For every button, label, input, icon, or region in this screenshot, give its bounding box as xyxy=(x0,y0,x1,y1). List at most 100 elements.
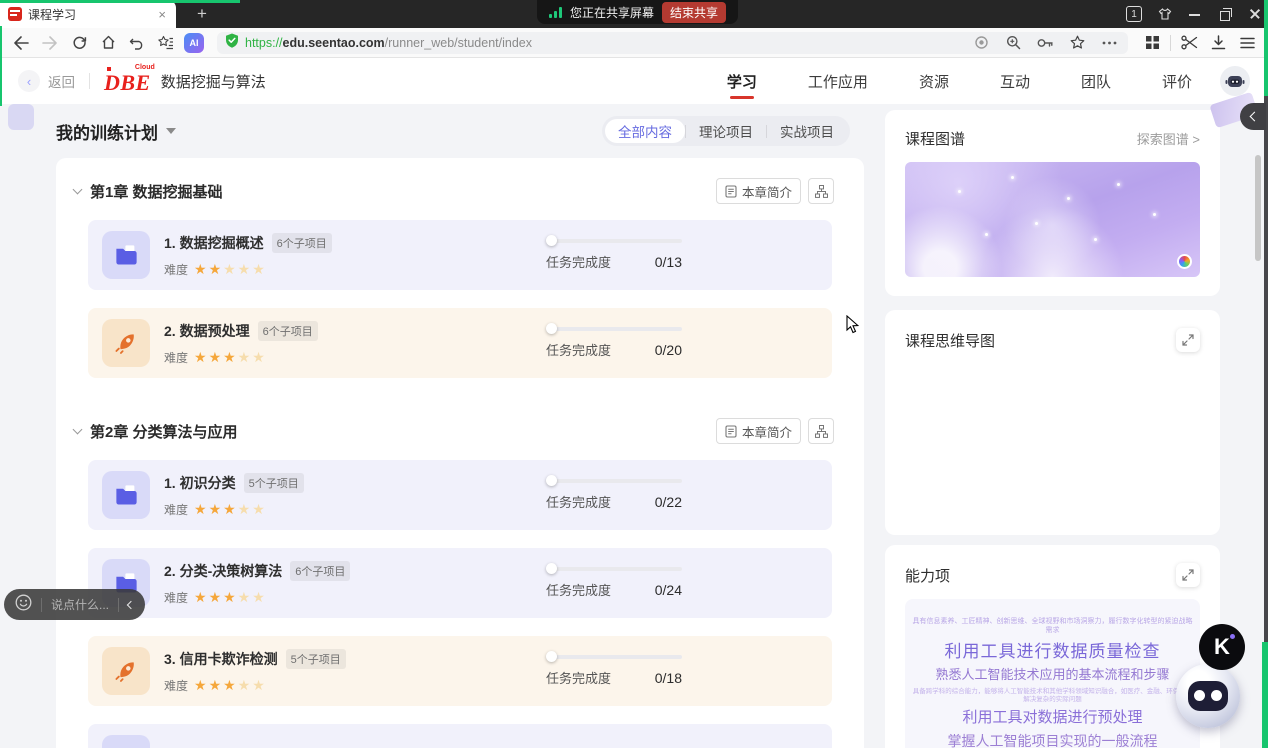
lesson-card[interactable]: 1. 初识分类 5个子项目 难度 ★★★★★ 任务完成度 0/22 xyxy=(88,460,832,530)
lesson-card[interactable]: 1. 数据挖掘概述 6个子项目 难度 ★★★★★ 任务完成度 0/13 xyxy=(88,220,832,290)
favorites-list-icon[interactable] xyxy=(155,32,177,54)
zoom-page-icon[interactable] xyxy=(1002,32,1024,54)
rocket-icon xyxy=(102,647,150,695)
home-icon[interactable] xyxy=(97,32,119,54)
document-icon xyxy=(725,425,737,438)
folder-icon xyxy=(102,735,150,748)
browser-toolbar: AI https://edu.seentao.com/runner_web/st… xyxy=(0,28,1268,58)
forward-icon[interactable] xyxy=(39,32,61,54)
content-filter-tabs: 全部内容 理论项目 实战项目 xyxy=(602,116,850,146)
signal-bars-icon xyxy=(549,7,562,18)
color-wheel-icon xyxy=(1177,254,1192,269)
filter-practice[interactable]: 实战项目 xyxy=(767,119,847,143)
progress-knob xyxy=(546,475,557,486)
nav-team[interactable]: 团队 xyxy=(1079,59,1113,104)
lesson-card[interactable]: 2. 分类-决策树算法 6个子项目 难度 ★★★★★ 任务完成度 0/24 xyxy=(88,548,832,618)
chat-input[interactable]: 说点什么... xyxy=(51,596,109,613)
difficulty-stars: ★★★★★ xyxy=(194,590,267,604)
k-assistant-logo[interactable]: K xyxy=(1199,624,1245,670)
nav-work-apps[interactable]: 工作应用 xyxy=(806,59,870,104)
ai-assistant-button[interactable]: AI xyxy=(184,33,204,53)
cloud-line: 具有信息素养、工匠精神、创新思维、全球视野和市场洞察力，履行数字化转型的紧迫战略… xyxy=(911,618,1194,636)
task-progress: 任务完成度 0/24 xyxy=(546,567,682,599)
expand-icon[interactable] xyxy=(1176,328,1200,352)
theme-tshirt-icon[interactable] xyxy=(1158,7,1172,21)
more-options-icon[interactable] xyxy=(1098,32,1120,54)
password-key-icon[interactable] xyxy=(1034,32,1056,54)
filter-theory[interactable]: 理论项目 xyxy=(686,119,766,143)
share-border-right-top xyxy=(1264,0,1268,96)
folder-icon xyxy=(102,231,150,279)
apps-grid-icon[interactable] xyxy=(1141,32,1163,54)
plan-title: 我的训练计划 xyxy=(56,119,158,144)
chat-collapse-icon[interactable] xyxy=(127,600,135,608)
chat-widget: 说点什么... xyxy=(4,589,145,620)
chevron-down-icon[interactable] xyxy=(73,184,83,194)
menu-icon[interactable] xyxy=(1236,32,1258,54)
reload-icon[interactable] xyxy=(68,32,90,54)
chapter-1-header[interactable]: 第1章 数据挖掘基础 本章简介 xyxy=(72,178,848,204)
browser-tab-active[interactable]: 课程学习 × xyxy=(0,0,176,28)
chapter-intro-button[interactable]: 本章简介 xyxy=(716,418,801,444)
screen-share-text: 您正在共享屏幕 xyxy=(570,4,654,21)
decor-square xyxy=(8,104,34,130)
lesson-card[interactable]: 4. 分类-逻辑回归算法 4个子项目 xyxy=(88,724,832,748)
progress-knob xyxy=(546,323,557,334)
progress-knob xyxy=(546,651,557,662)
chapters-panel: 第1章 数据挖掘基础 本章简介 xyxy=(56,158,864,748)
back-icon[interactable] xyxy=(10,32,32,54)
chapter-intro-button[interactable]: 本章简介 xyxy=(716,178,801,204)
course-map-image[interactable] xyxy=(905,162,1200,277)
nav-study[interactable]: 学习 xyxy=(725,59,759,104)
lesson-title: 1. 初识分类 xyxy=(164,473,236,493)
url-text: https://edu.seentao.com/runner_web/stude… xyxy=(245,36,964,50)
sidebar-collapse-button[interactable] xyxy=(1240,103,1266,130)
chapter-2-header[interactable]: 第2章 分类算法与应用 本章简介 xyxy=(72,418,848,444)
undo-icon[interactable] xyxy=(126,32,148,54)
document-icon xyxy=(725,185,737,198)
stop-share-button[interactable]: 结束共享 xyxy=(662,2,726,23)
filter-all[interactable]: 全部内容 xyxy=(605,119,685,143)
site-favicon-icon xyxy=(8,7,22,21)
new-tab-button[interactable]: + xyxy=(190,2,214,26)
expand-icon[interactable] xyxy=(1176,563,1200,587)
mindmap-card: 课程思维导图 xyxy=(885,310,1220,535)
back-button[interactable]: 返回 xyxy=(48,71,75,91)
nav-resources[interactable]: 资源 xyxy=(917,59,951,104)
assistant-avatar-icon[interactable] xyxy=(1220,66,1250,96)
emoji-smiley-icon[interactable] xyxy=(15,594,32,616)
bookmark-star-icon[interactable] xyxy=(1066,32,1088,54)
chapter-1: 第1章 数据挖掘基础 本章简介 xyxy=(72,178,848,378)
tab-count-badge[interactable]: 1 xyxy=(1126,6,1142,22)
tab-close-icon[interactable]: × xyxy=(156,7,168,22)
task-progress: 任务完成度 0/18 xyxy=(546,655,682,687)
lesson-card[interactable]: 2. 数据预处理 6个子项目 难度 ★★★★★ 任务完成度 0/20 xyxy=(88,308,832,378)
download-icon[interactable] xyxy=(1207,32,1229,54)
dbe-logo: DBECloud xyxy=(104,68,151,94)
reader-target-icon[interactable] xyxy=(970,32,992,54)
chapter-graph-button[interactable] xyxy=(808,418,834,444)
plan-dropdown-caret-icon[interactable] xyxy=(166,128,176,134)
course-map-title: 课程图谱 xyxy=(905,128,965,149)
page-scrollbar[interactable] xyxy=(1255,155,1261,261)
nav-evaluation[interactable]: 评价 xyxy=(1160,59,1194,104)
difficulty-stars: ★★★★★ xyxy=(194,262,267,276)
chevron-down-icon[interactable] xyxy=(73,424,83,434)
lesson-title: 2. 数据预处理 xyxy=(164,321,250,341)
minimize-button[interactable] xyxy=(1188,7,1202,21)
nav-interaction[interactable]: 互动 xyxy=(998,59,1032,104)
address-bar[interactable]: https://edu.seentao.com/runner_web/stude… xyxy=(217,32,1128,54)
chapter-graph-button[interactable] xyxy=(808,178,834,204)
ai-robot-avatar[interactable] xyxy=(1176,664,1240,728)
restore-button[interactable] xyxy=(1218,7,1232,21)
close-button[interactable] xyxy=(1248,7,1262,21)
explore-map-link[interactable]: 探索图谱 > xyxy=(1137,129,1200,148)
rocket-icon xyxy=(102,319,150,367)
folder-icon xyxy=(102,471,150,519)
task-progress: 任务完成度 0/13 xyxy=(546,239,682,271)
cloud-line: 熟悉人工智能技术应用的基本流程和步骤 xyxy=(911,667,1194,683)
screenshot-scissors-icon[interactable] xyxy=(1178,32,1200,54)
back-chevron-icon[interactable]: ‹ xyxy=(18,70,40,92)
lesson-card[interactable]: 3. 信用卡欺诈检测 5个子项目 难度 ★★★★★ 任务完成度 0/18 xyxy=(88,636,832,706)
toolbar-divider xyxy=(1170,35,1171,51)
